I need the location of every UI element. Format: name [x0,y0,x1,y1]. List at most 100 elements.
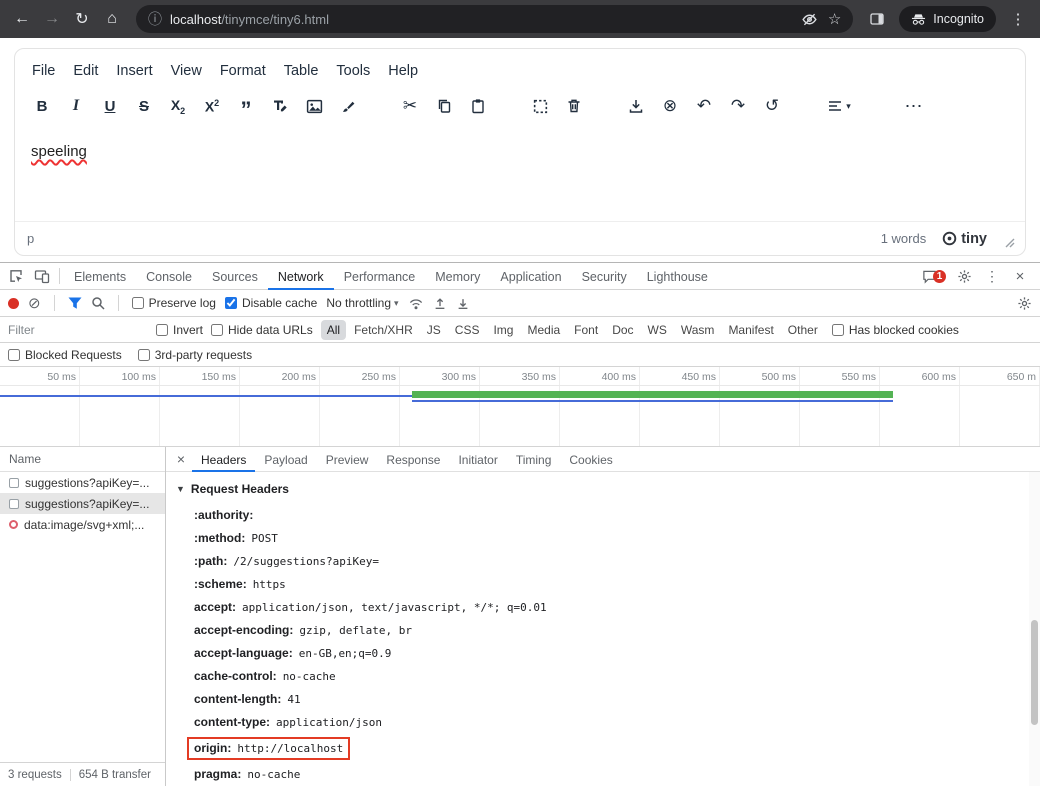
italic-button[interactable]: I [59,91,93,121]
request-row[interactable]: suggestions?apiKey=... [0,493,165,514]
align-dropdown-button[interactable]: ▾ [817,91,861,121]
request-row[interactable]: suggestions?apiKey=... [0,472,165,493]
devtools-tab[interactable]: Memory [425,263,490,290]
export-har-icon[interactable] [456,296,470,311]
browser-menu-icon[interactable]: ⋮ [1004,5,1032,33]
bold-button[interactable]: B [25,91,59,121]
side-panel-icon[interactable] [863,5,891,33]
export-button[interactable] [619,91,653,121]
invert-checkbox[interactable]: Invert [156,323,203,337]
redo-button[interactable]: ↷ [721,91,755,121]
close-detail-icon[interactable]: × [170,448,192,470]
detail-tab[interactable]: Headers [192,447,255,472]
editor-menu-item[interactable]: Insert [107,57,161,85]
editor-menu-item[interactable]: Tools [327,57,379,85]
request-type-filter[interactable]: Manifest [722,320,779,340]
word-count[interactable]: 1 words [881,231,927,246]
request-type-filter[interactable]: Other [782,320,824,340]
network-settings-icon[interactable] [1017,296,1032,311]
refresh-icon[interactable]: ↻ [68,5,96,33]
eye-blocked-icon[interactable] [801,11,818,28]
request-type-filter[interactable]: Wasm [675,320,721,340]
third-party-requests-checkbox[interactable]: 3rd-party requests [138,348,252,362]
has-blocked-cookies-checkbox[interactable]: Has blocked cookies [832,323,959,337]
format-painter-button[interactable] [263,91,297,121]
detail-tab[interactable]: Initiator [449,447,506,472]
star-icon[interactable]: ☆ [828,10,841,28]
request-type-filter[interactable]: CSS [449,320,486,340]
request-type-filter[interactable]: JS [421,320,447,340]
record-button[interactable] [8,298,19,309]
devtools-tab[interactable]: Console [136,263,202,290]
request-type-filter[interactable]: Font [568,320,604,340]
filter-input[interactable] [8,323,148,337]
throttling-dropdown[interactable]: No throttling ▾ [326,296,398,310]
underline-button[interactable]: U [93,91,127,121]
editor-menu-item[interactable]: Format [211,57,275,85]
cut-button[interactable]: ✂ [393,91,427,121]
scrollbar-thumb[interactable] [1031,620,1038,725]
address-bar[interactable]: ⓘ localhost /tinymce/tiny6.html ☆ [136,5,853,33]
request-type-filter[interactable]: WS [642,320,673,340]
devtools-tab[interactable]: Application [490,263,571,290]
devtools-tab[interactable]: Security [572,263,637,290]
misspelled-word[interactable]: speeling [31,143,87,160]
detail-tab[interactable]: Response [377,447,449,472]
detail-tab[interactable]: Cookies [560,447,621,472]
scrollbar[interactable] [1029,472,1040,786]
clear-icon[interactable]: ⊘ [28,296,41,311]
preserve-log-checkbox[interactable]: Preserve log [132,296,216,310]
forward-icon[interactable]: → [38,5,66,33]
detail-tab[interactable]: Payload [255,447,316,472]
more-toolbar-button[interactable]: ⋯ [897,91,931,121]
cancel-button[interactable]: ⊗ [653,91,687,121]
insert-image-button[interactable] [297,91,331,121]
request-type-filter[interactable]: Doc [606,320,639,340]
network-conditions-icon[interactable] [408,296,424,311]
select-all-button[interactable] [523,91,557,121]
console-messages-button[interactable]: 1 [919,263,949,289]
device-toolbar-icon[interactable] [29,263,55,289]
request-type-filter[interactable]: Media [521,320,566,340]
editor-menu-item[interactable]: File [23,57,64,85]
highlighter-button[interactable] [331,91,365,121]
devtools-tab[interactable]: Performance [334,263,426,290]
devtools-tab[interactable]: Elements [64,263,136,290]
disable-cache-checkbox[interactable]: Disable cache [225,296,317,310]
subscript-button[interactable]: X2 [161,91,195,121]
request-list-header[interactable]: Name [0,447,165,472]
request-headers-section[interactable]: ▼ Request Headers [176,480,1022,504]
request-type-filter[interactable]: All [321,320,346,340]
search-icon[interactable] [91,296,105,310]
devtools-settings-icon[interactable] [951,263,977,289]
request-row[interactable]: data:image/svg+xml;... [0,514,165,535]
editor-menu-item[interactable]: Help [379,57,427,85]
paste-button[interactable] [461,91,495,121]
editor-menu-item[interactable]: View [162,57,211,85]
home-icon[interactable]: ⌂ [98,5,126,33]
editor-content[interactable]: speeling [15,129,1025,221]
import-har-icon[interactable] [433,296,447,311]
request-type-filter[interactable]: Img [487,320,519,340]
devtools-tab[interactable]: Lighthouse [637,263,718,290]
strikethrough-button[interactable]: S [127,91,161,121]
inspect-element-icon[interactable] [3,263,29,289]
editor-menu-item[interactable]: Edit [64,57,107,85]
element-path[interactable]: p [27,231,34,246]
request-type-filter[interactable]: Fetch/XHR [348,320,419,340]
info-icon[interactable]: ⓘ [148,9,162,29]
devtools-close-icon[interactable]: × [1007,263,1033,289]
resize-handle[interactable] [1003,230,1021,248]
blockquote-button[interactable]: ” [229,91,263,121]
tiny-brand[interactable]: tiny [942,231,987,247]
detail-tab[interactable]: Preview [317,447,378,472]
back-icon[interactable]: ← [8,5,36,33]
devtools-menu-icon[interactable]: ⋮ [979,263,1005,289]
network-overview-timeline[interactable]: 50 ms100 ms150 ms200 ms250 ms300 ms350 m… [0,367,1040,447]
editor-menu-item[interactable]: Table [275,57,328,85]
copy-button[interactable] [427,91,461,121]
detail-tab[interactable]: Timing [507,447,561,472]
devtools-tab[interactable]: Network [268,263,334,290]
filter-toggle-icon[interactable] [68,297,82,310]
devtools-tab[interactable]: Sources [202,263,268,290]
